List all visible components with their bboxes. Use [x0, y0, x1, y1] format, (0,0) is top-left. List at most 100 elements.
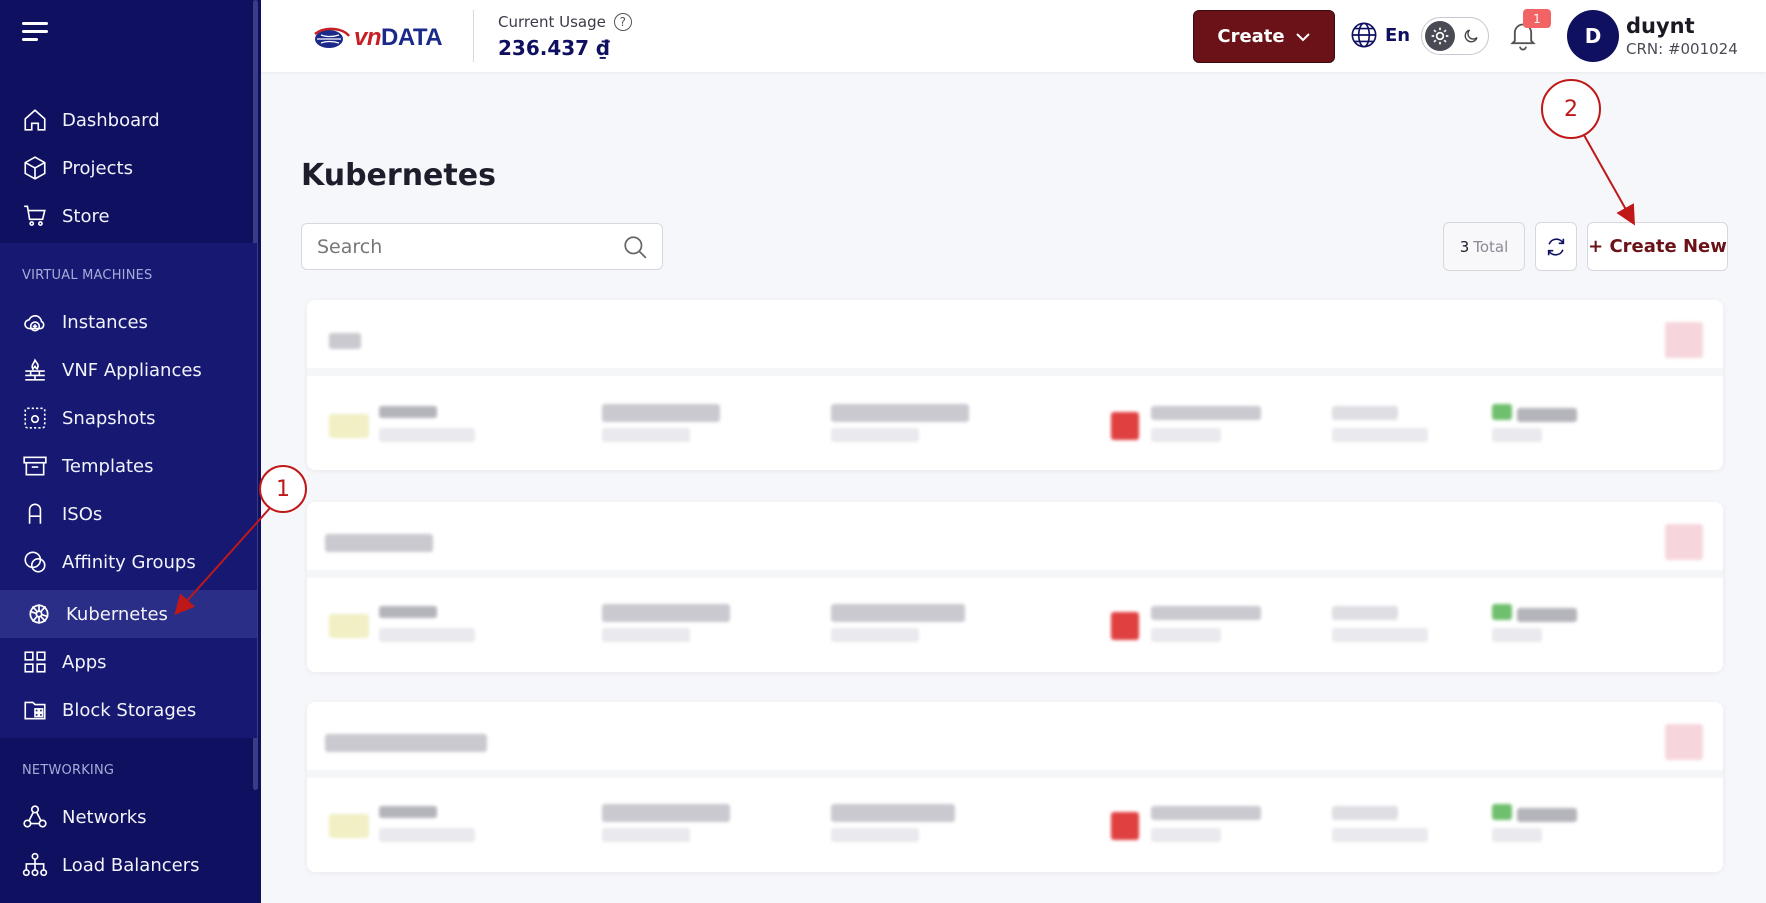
redacted-text	[379, 628, 475, 642]
redacted-text	[602, 828, 690, 842]
user-name[interactable]: duynt	[1626, 14, 1695, 38]
redacted-text	[1517, 608, 1577, 622]
create-dropdown-button[interactable]: Create	[1193, 10, 1335, 63]
health-indicator	[1492, 404, 1512, 420]
cluster-name-redacted	[329, 333, 361, 349]
language-label: En	[1385, 24, 1411, 46]
create-new-button[interactable]: + Create New	[1587, 222, 1728, 271]
sidebar-net-items: Networks Load Balancers	[0, 793, 257, 889]
sidebar-item-apps[interactable]: Apps	[0, 638, 257, 686]
logo-globe-icon	[314, 27, 350, 48]
sidebar-item-label: Apps	[62, 651, 107, 673]
redacted-text	[1151, 806, 1261, 820]
refresh-button[interactable]	[1535, 222, 1577, 271]
sidebar-item-label: Snapshots	[62, 407, 156, 429]
topbar: vnDATA Current Usage ? 236.437 ₫ Create …	[261, 0, 1766, 72]
total-count-value: 3	[1459, 237, 1470, 256]
sidebar-item-vnf-appliances[interactable]: VNF Appliances	[0, 346, 257, 394]
cluster-card[interactable]	[307, 702, 1723, 872]
redacted-text	[1517, 408, 1577, 422]
topbar-divider	[473, 10, 474, 62]
annotation-marker-2: 2	[1541, 79, 1601, 139]
health-indicator	[1492, 604, 1512, 620]
vndata-logo[interactable]: vnDATA	[313, 24, 443, 52]
redacted-text	[1332, 428, 1428, 442]
affinity-icon	[24, 551, 46, 573]
cluster-status-icon	[329, 814, 369, 838]
page-title: Kubernetes	[301, 158, 496, 193]
sidebar-item-templates[interactable]: Templates	[0, 442, 257, 490]
sidebar-item-store[interactable]: Store	[0, 192, 257, 240]
load-balancer-icon	[22, 852, 48, 877]
redacted-text	[1492, 828, 1542, 842]
sidebar-item-projects[interactable]: Projects	[0, 144, 257, 192]
sidebar-item-affinity-groups[interactable]: Affinity Groups	[0, 538, 257, 586]
sun-icon	[1425, 21, 1455, 51]
cluster-card[interactable]	[307, 300, 1723, 470]
sidebar-item-label: Projects	[62, 157, 133, 179]
sidebar-item-label: Load Balancers	[62, 854, 200, 876]
search-box	[301, 223, 663, 270]
redacted-text	[831, 628, 919, 642]
firewall-icon	[25, 358, 45, 381]
redacted-text	[1151, 606, 1261, 620]
redacted-text	[1492, 628, 1542, 642]
redacted-text	[831, 828, 919, 842]
cluster-action-icon[interactable]	[1665, 724, 1703, 760]
current-usage-label: Current Usage ?	[498, 13, 632, 31]
redacted-text	[1332, 406, 1398, 420]
redacted-text	[379, 428, 475, 442]
total-count-label: Total	[1473, 237, 1509, 256]
search-icon[interactable]	[622, 234, 648, 260]
search-input[interactable]	[317, 236, 607, 258]
redacted-text	[602, 604, 730, 622]
archive-icon	[23, 456, 47, 476]
language-selector[interactable]: En	[1350, 21, 1410, 49]
sidebar-item-block-storages[interactable]: Block Storages	[0, 686, 257, 734]
sidebar-section-title: NETWORKING	[22, 763, 115, 778]
sidebar-main-group: Dashboard Projects Store	[0, 96, 257, 240]
redacted-text	[831, 404, 969, 422]
sidebar-item-label: Templates	[62, 455, 154, 477]
theme-toggle[interactable]	[1421, 17, 1489, 55]
redacted-text	[1151, 628, 1221, 642]
sidebar-item-kubernetes[interactable]: Kubernetes	[0, 590, 257, 638]
help-icon[interactable]: ?	[613, 13, 632, 31]
status-indicator	[1111, 412, 1139, 440]
sidebar-item-label: Networks	[62, 806, 147, 828]
sidebar-item-label: Block Storages	[62, 699, 197, 721]
sidebar-item-snapshots[interactable]: Snapshots	[0, 394, 257, 442]
menu-toggle-icon[interactable]	[22, 22, 48, 42]
redacted-text	[1517, 808, 1577, 822]
redacted-text	[379, 806, 437, 818]
sidebar-item-label: VNF Appliances	[62, 359, 202, 381]
sidebar-item-label: Affinity Groups	[62, 551, 196, 573]
cluster-card-header	[307, 702, 1723, 778]
sidebar-item-label: Kubernetes	[66, 603, 168, 625]
snapshot-icon	[24, 407, 46, 429]
sidebar-item-networks[interactable]: Networks	[0, 793, 257, 841]
cluster-status-icon	[329, 414, 369, 438]
sidebar-item-dashboard[interactable]: Dashboard	[0, 96, 257, 144]
home-icon	[24, 109, 46, 131]
cart-icon	[24, 205, 46, 227]
sidebar-item-isos[interactable]: ISOs	[0, 490, 257, 538]
sidebar-item-load-balancers[interactable]: Load Balancers	[0, 841, 257, 889]
cluster-action-icon[interactable]	[1665, 524, 1703, 560]
cluster-action-icon[interactable]	[1665, 322, 1703, 358]
redacted-text	[379, 828, 475, 842]
usage-label-text: Current Usage	[498, 13, 606, 31]
cluster-card[interactable]	[307, 502, 1723, 672]
moon-icon	[1464, 29, 1478, 43]
sidebar-item-label: Instances	[62, 311, 148, 333]
redacted-text	[1151, 406, 1261, 420]
status-indicator	[1111, 812, 1139, 840]
redacted-text	[831, 604, 965, 622]
user-crn: CRN: #001024	[1626, 40, 1738, 58]
sidebar-item-instances[interactable]: Instances	[0, 298, 257, 346]
avatar[interactable]: D	[1567, 10, 1619, 62]
notification-badge: 1	[1523, 9, 1551, 28]
create-button-label: Create	[1217, 26, 1285, 47]
apps-grid-icon	[24, 651, 46, 673]
redacted-text	[602, 428, 690, 442]
